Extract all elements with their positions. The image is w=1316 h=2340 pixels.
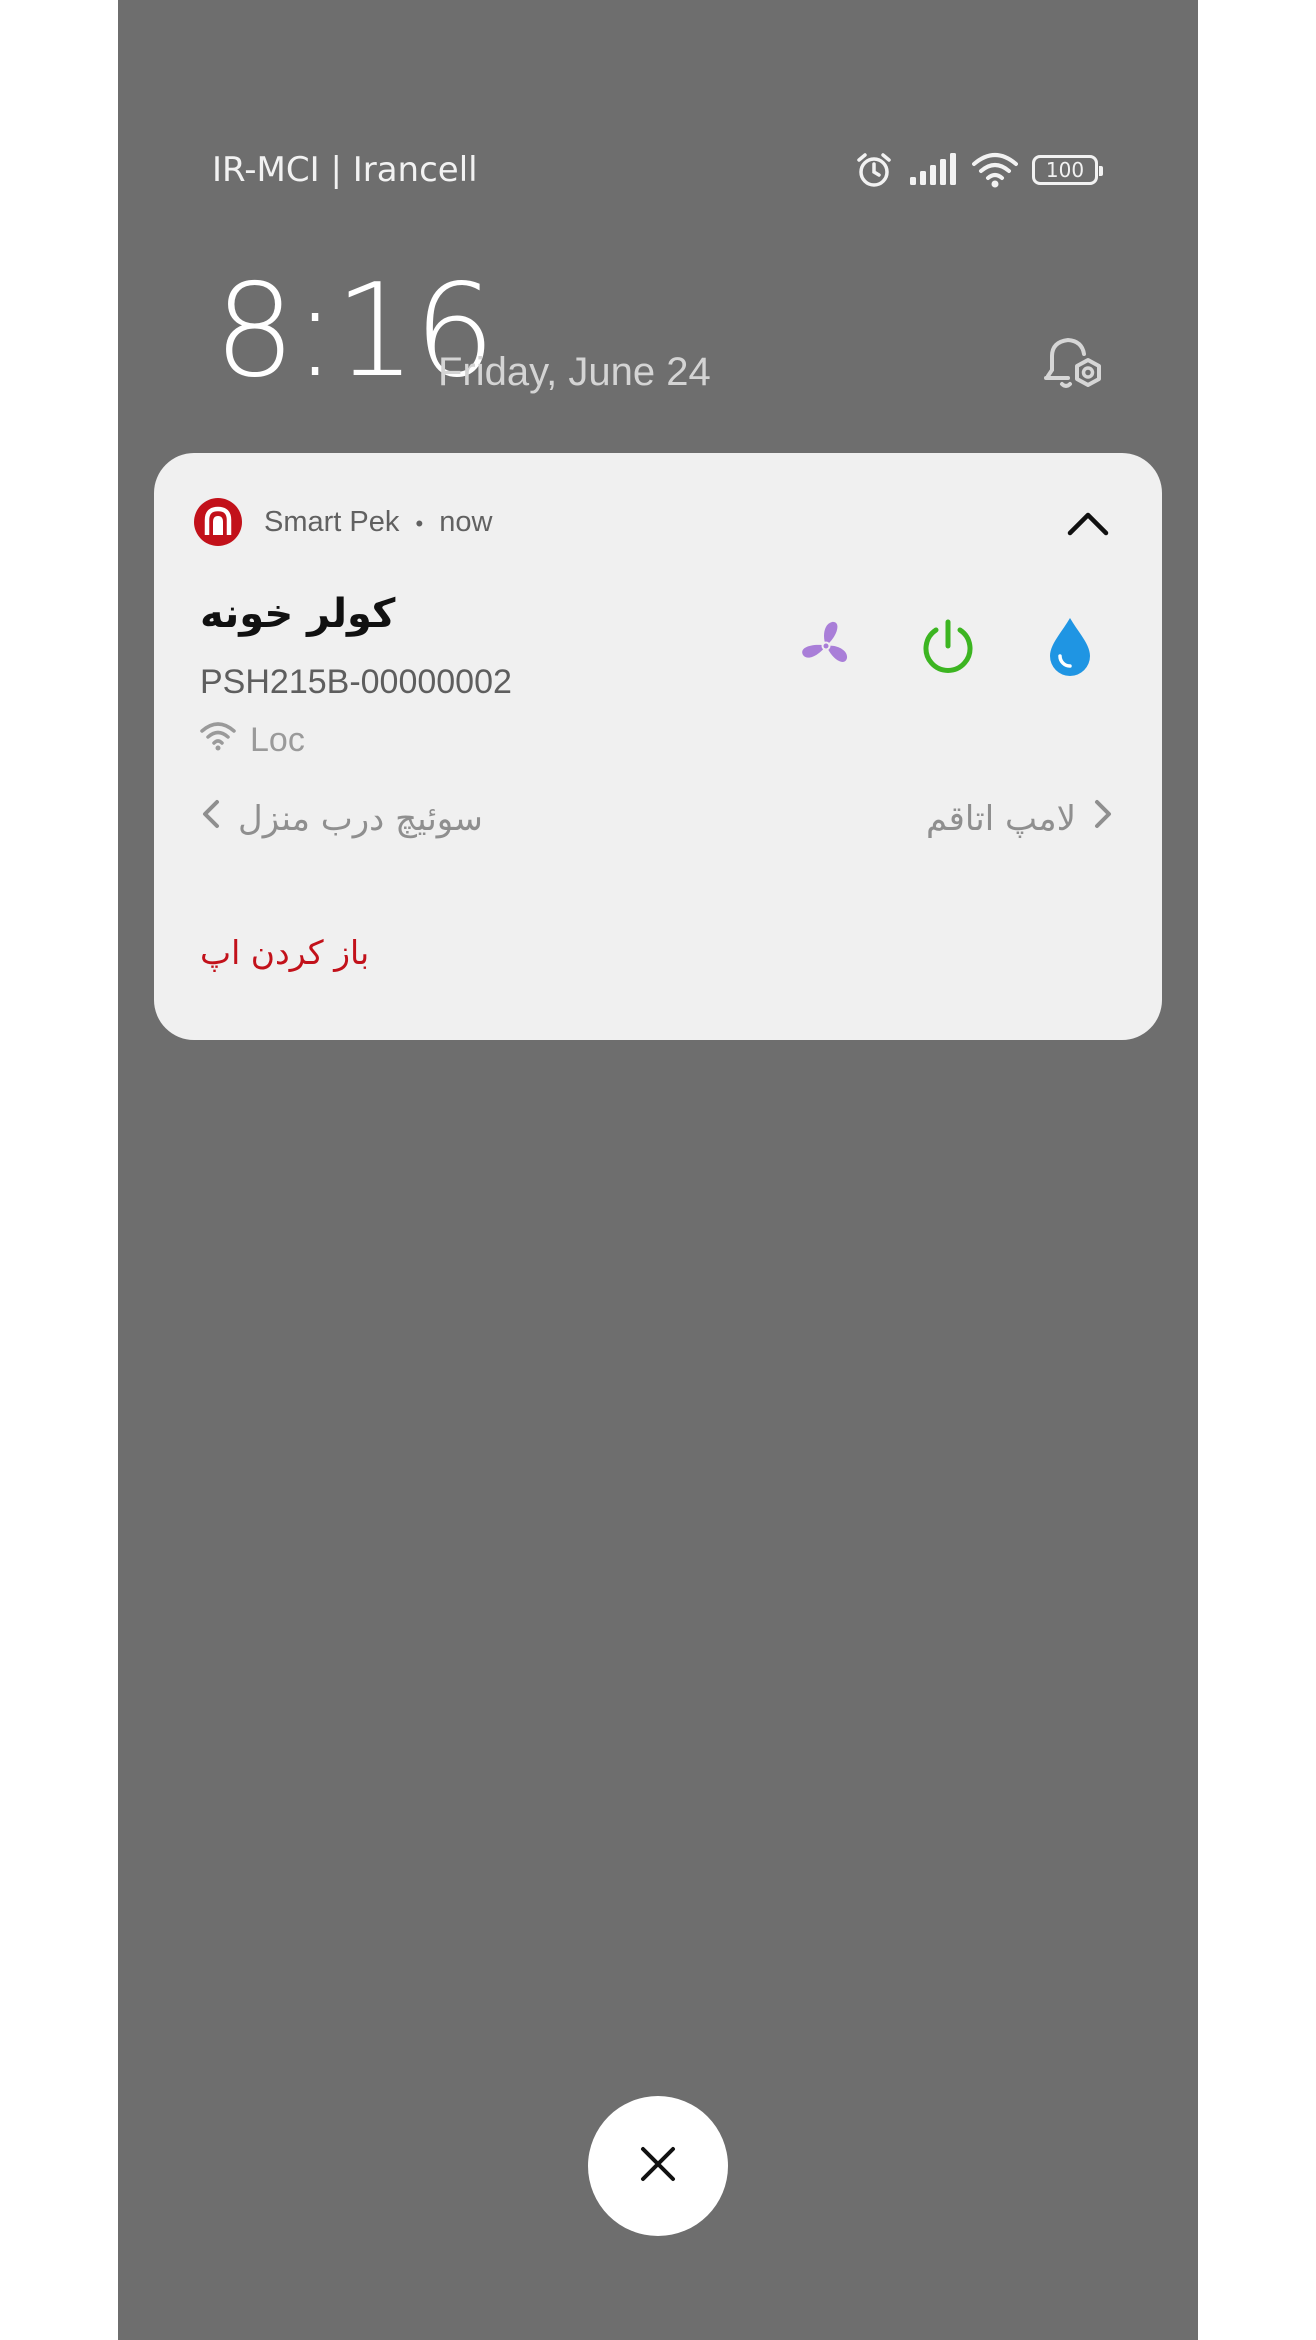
- status-icons: 100: [854, 148, 1103, 192]
- chevron-right-icon: [1092, 798, 1114, 839]
- device-id: PSH215B-00000002: [200, 663, 512, 701]
- connection-label: Loc: [250, 721, 305, 759]
- open-app-button[interactable]: باز کردن اپ: [200, 933, 369, 972]
- alarm-icon: [854, 150, 894, 190]
- power-button[interactable]: [908, 608, 988, 688]
- bell-gear-icon[interactable]: [1038, 332, 1108, 403]
- water-button[interactable]: [1030, 608, 1110, 688]
- prev-device-button[interactable]: سوئیچ درب منزل: [200, 798, 483, 839]
- battery-icon: 100: [1032, 155, 1103, 185]
- water-drop-icon: [1040, 614, 1100, 683]
- wifi-icon: [972, 152, 1018, 188]
- fan-button[interactable]: [786, 608, 866, 688]
- battery-level: 100: [1045, 158, 1085, 182]
- signal-icon: [908, 153, 958, 187]
- connection-status: Loc: [200, 721, 305, 760]
- lock-screen: IR-MCI | Irancell 100 8:16 Friday, June …: [118, 0, 1198, 2340]
- header-separator: •: [415, 511, 424, 536]
- wifi-icon: [200, 721, 236, 760]
- notification-time: now: [439, 506, 493, 538]
- notification-title: کولر خونه: [200, 591, 396, 637]
- notification-header: Smart Pek • now: [264, 506, 492, 539]
- carrier-name: IR-MCI | Irancell: [212, 150, 478, 190]
- close-button[interactable]: [588, 2096, 728, 2236]
- prev-device-label: سوئیچ درب منزل: [238, 798, 483, 839]
- clock-date: Friday, June 24: [438, 350, 711, 394]
- close-icon: [638, 2144, 678, 2189]
- notification-card[interactable]: Smart Pek • now کولر خونه PSH215B-000000…: [154, 453, 1162, 1040]
- smart-pek-logo-icon: [194, 498, 242, 546]
- fan-icon: [796, 616, 856, 681]
- chevron-up-icon[interactable]: [1064, 503, 1112, 543]
- chevron-left-icon: [200, 798, 222, 839]
- next-device-label: لامپ اتاقم: [926, 798, 1076, 839]
- power-icon: [918, 616, 978, 681]
- device-actions: [784, 608, 1144, 688]
- app-name: Smart Pek: [264, 506, 400, 538]
- next-device-button[interactable]: لامپ اتاقم: [926, 798, 1114, 839]
